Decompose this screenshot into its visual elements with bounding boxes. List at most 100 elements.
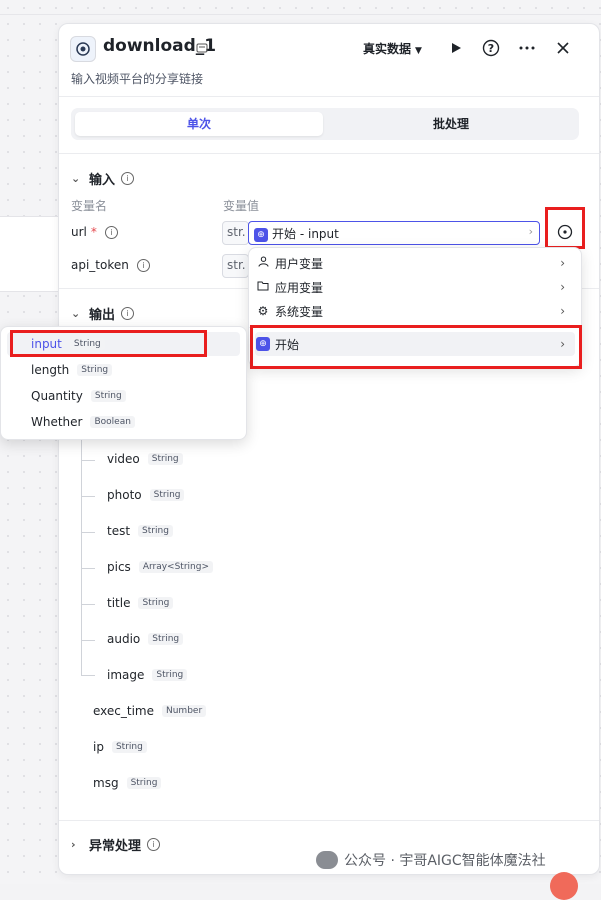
close-icon[interactable]	[553, 38, 573, 58]
type-prefix: str.	[227, 225, 246, 239]
type-tag: String	[77, 364, 113, 376]
output-field-msg: msg String	[93, 776, 162, 790]
node-description: 输入视频平台的分享链接	[71, 72, 204, 86]
type-tag: String	[126, 777, 162, 789]
output-field-audio: audio String	[107, 632, 184, 646]
wechat-logo-icon	[316, 851, 338, 869]
real-data-dropdown[interactable]: 真实数据 ▼	[363, 40, 422, 57]
dropdown-item-label: 用户变量	[275, 256, 324, 271]
run-mode-tabs: 单次 批处理	[71, 108, 579, 140]
tree-branch	[81, 496, 95, 497]
type-tag: String	[138, 597, 174, 609]
output-field-name: ip	[93, 740, 104, 754]
info-icon: i	[121, 307, 135, 320]
more-icon[interactable]	[517, 38, 537, 58]
col-var-name: 变量名	[71, 199, 108, 213]
type-tag: String	[90, 390, 126, 402]
real-data-label: 真实数据	[363, 42, 412, 56]
node-config-panel: download_1 真实数据 ▼ ? 输入视频平台的分享链接 单次 批处理 ⌄ …	[58, 23, 600, 875]
ref-source: 开始	[272, 227, 297, 241]
output-field-name: msg	[93, 776, 119, 790]
help-icon[interactable]: ?	[481, 38, 501, 58]
chevron-right-icon: ›	[560, 304, 565, 318]
chevron-down-icon: ⌄	[71, 172, 81, 185]
output-field-name: audio	[107, 632, 141, 646]
info-icon: i	[104, 225, 118, 239]
required-marker: *	[90, 225, 97, 239]
popover-var-name: length	[31, 363, 70, 377]
tree-branch	[81, 675, 95, 676]
output-exception-divider	[59, 820, 599, 821]
field-url-label: url * i	[71, 225, 118, 239]
type-tag: String	[149, 489, 185, 501]
field-url-name: url	[71, 225, 87, 239]
gear-icon: ⚙	[257, 304, 269, 318]
popover-item-whether[interactable]: Whether Boolean	[7, 410, 240, 434]
canvas-top-divider	[0, 14, 601, 15]
exception-section-title: 异常处理	[89, 839, 142, 854]
header-divider	[59, 96, 599, 97]
tree-branch	[81, 568, 95, 569]
output-field-name: photo	[107, 488, 142, 502]
assistant-avatar[interactable]	[550, 872, 578, 900]
popover-var-name: Quantity	[31, 389, 83, 403]
start-node-icon: ⊕	[254, 227, 268, 242]
badge-icon	[196, 42, 208, 57]
popover-item-length[interactable]: length String	[7, 358, 240, 382]
input-section-header[interactable]: ⌄ 输入 i	[71, 169, 135, 188]
play-icon[interactable]	[446, 38, 466, 58]
type-tag: String	[148, 633, 184, 645]
user-icon	[255, 256, 271, 270]
type-tag: String	[147, 453, 183, 465]
output-field-photo: photo String	[107, 488, 185, 502]
dropdown-item-label: 系统变量	[275, 304, 324, 319]
highlight-box-start	[250, 325, 582, 369]
tab-batch[interactable]: 批处理	[327, 112, 575, 136]
type-tag: String	[111, 741, 147, 753]
output-field-name: exec_time	[93, 704, 154, 718]
dropdown-item-user-vars[interactable]: 用户变量 ›	[255, 251, 575, 275]
watermark: 公众号 · 宇哥AIGC智能体魔法社	[316, 850, 546, 870]
highlight-box-input	[10, 330, 207, 357]
chevron-right-icon: ›	[560, 256, 565, 270]
dropdown-item-label: 应用变量	[275, 280, 324, 295]
folder-icon	[255, 280, 271, 294]
type-prefix: str.	[227, 258, 246, 272]
type-tag: String	[138, 525, 173, 537]
output-field-video: video String	[107, 452, 183, 466]
tree-branch	[81, 460, 95, 461]
output-field-name: video	[107, 452, 140, 466]
tree-branch	[81, 640, 95, 641]
canvas-node-card[interactable]	[0, 216, 60, 292]
type-tag: Array<String>	[138, 561, 213, 573]
api-token-type-prefix[interactable]: str.	[222, 254, 249, 278]
chevron-right-icon: ›	[528, 225, 533, 238]
tab-single[interactable]: 单次	[75, 112, 323, 136]
chevron-right-icon: ›	[560, 280, 565, 294]
output-field-ip: ip String	[93, 740, 147, 754]
type-tag: Boolean	[90, 416, 135, 428]
chevron-right-icon: ›	[71, 838, 76, 851]
node-icon	[70, 36, 96, 62]
dropdown-item-system-vars[interactable]: ⚙ 系统变量 ›	[255, 299, 575, 323]
input-section-title: 输入	[89, 173, 116, 188]
col-var-value: 变量值	[223, 199, 260, 213]
field-api-token-name: api_token	[71, 258, 129, 272]
ref-var: input	[307, 227, 339, 241]
dropdown-item-app-vars[interactable]: 应用变量 ›	[255, 275, 575, 299]
tree-branch	[81, 604, 95, 605]
info-icon: i	[136, 258, 150, 272]
caret-down-icon: ▼	[415, 46, 422, 56]
info-icon: i	[147, 838, 161, 851]
popover-item-quantity[interactable]: Quantity String	[7, 384, 240, 408]
url-reference-selector[interactable]: ⊕ 开始 - input ›	[248, 221, 540, 245]
chevron-down-icon: ⌄	[71, 307, 81, 320]
output-section-header[interactable]: ⌄ 输出 i	[71, 304, 135, 323]
output-field-name: title	[107, 596, 131, 610]
tabs-divider	[59, 153, 599, 154]
output-section-title: 输出	[89, 308, 116, 323]
exception-section-header[interactable]: › 异常处理 i	[71, 835, 161, 854]
watermark-text: 公众号 · 宇哥AIGC智能体魔法社	[344, 853, 546, 869]
url-type-prefix: str.	[222, 221, 249, 245]
output-field-name: pics	[107, 560, 131, 574]
